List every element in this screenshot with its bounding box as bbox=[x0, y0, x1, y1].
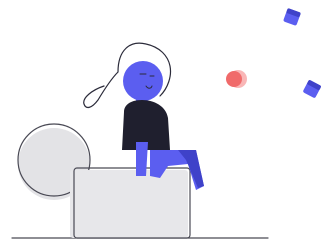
floating-cube-icon bbox=[283, 8, 301, 26]
illustration-canvas bbox=[0, 0, 324, 245]
floating-ball-icon bbox=[226, 70, 247, 88]
seat-box bbox=[70, 167, 191, 239]
floating-cube-icon bbox=[303, 80, 321, 98]
head bbox=[123, 61, 163, 101]
illustration-svg bbox=[11, 8, 321, 239]
arm bbox=[136, 142, 148, 176]
